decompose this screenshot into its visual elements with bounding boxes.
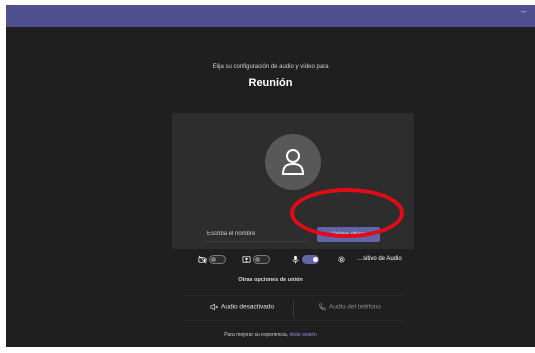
phone-icon	[319, 303, 326, 311]
background-blur-icon	[242, 256, 251, 263]
highlight-circle	[290, 188, 404, 238]
background-blur-toggle[interactable]	[253, 255, 270, 264]
avatar	[265, 134, 321, 190]
person-icon	[281, 149, 305, 175]
screenshot-stage: – Elija su configuración de audio y víde…	[0, 0, 535, 353]
speaker-muted-icon	[210, 303, 218, 311]
pre-join-screen: Elija su configuración de audio y vídeo …	[6, 27, 535, 347]
name-input[interactable]	[204, 227, 308, 242]
microphone-toggle[interactable]	[302, 255, 319, 264]
audio-device-label[interactable]: …sitivo de Audio	[357, 256, 402, 262]
audio-off-label: Audio desactivado	[221, 303, 275, 311]
sign-in-hint: Para mejorar su experiencia, inicie sesi…	[6, 332, 535, 338]
sign-in-hint-text: Para mejorar su experiencia,	[224, 332, 289, 338]
phone-audio-option[interactable]: Audio del teléfono	[318, 303, 381, 311]
other-join-options-title: Otras opciones de unión	[238, 277, 303, 283]
sign-in-link[interactable]: inicie sesión	[290, 332, 317, 338]
device-controls: …sitivo de Audio	[198, 254, 402, 266]
other-join-options: Audio desactivado Audio del teléfono	[184, 295, 403, 321]
page-subtitle: Elija su configuración de audio y vídeo …	[212, 64, 329, 70]
microphone-icon	[292, 255, 299, 264]
gear-icon[interactable]	[337, 255, 346, 264]
meeting-title: Reunión	[248, 77, 293, 89]
minimize-icon[interactable]: –	[521, 7, 529, 16]
options-divider	[293, 300, 294, 318]
audio-off-option[interactable]: Audio desactivado	[210, 303, 274, 311]
title-bar: –	[6, 5, 535, 27]
camera-toggle[interactable]	[209, 255, 226, 264]
camera-off-icon	[198, 255, 207, 264]
phone-audio-label: Audio del teléfono	[329, 303, 382, 311]
